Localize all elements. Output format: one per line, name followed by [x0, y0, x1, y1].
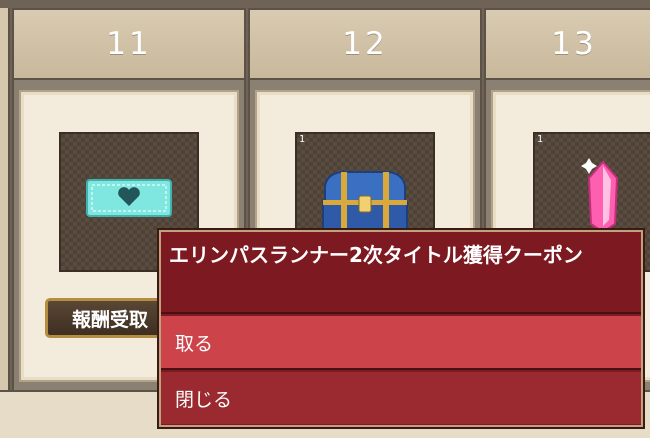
previous-column-edge — [0, 8, 10, 438]
popup-divider — [161, 368, 641, 370]
popup-divider — [161, 312, 641, 314]
day-header: 13 — [486, 10, 650, 80]
close-option[interactable]: 閉じる — [161, 372, 641, 424]
day-header: 12 — [250, 10, 480, 80]
popup-title: エリンパスランナー2次タイトル獲得クーポン — [169, 243, 583, 267]
day-header: 11 — [14, 10, 244, 80]
take-option[interactable]: 取る — [161, 316, 641, 368]
item-context-popup: エリンパスランナー2次タイトル獲得クーポン 取る 閉じる — [159, 230, 643, 427]
